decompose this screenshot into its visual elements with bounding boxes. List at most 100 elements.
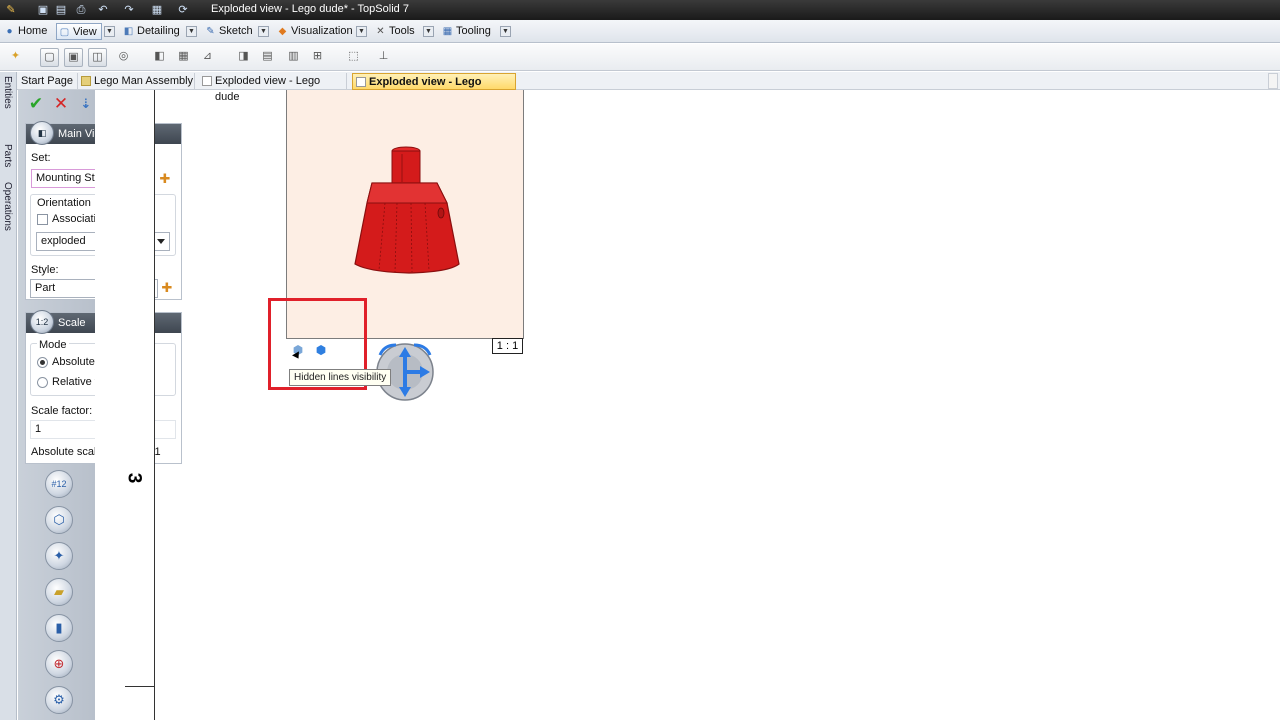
ok-check-icon[interactable]: ✔ bbox=[26, 94, 46, 114]
home-icon: ● bbox=[6, 26, 13, 37]
layer-icon[interactable]: ▰ bbox=[45, 578, 73, 606]
window-title: Exploded view - Lego dude* - TopSolid 7 bbox=[211, 3, 409, 15]
crop-view-icon[interactable]: ⊞ bbox=[308, 48, 327, 67]
save-all-icon[interactable]: ▤ bbox=[54, 3, 68, 17]
menu-view[interactable]: ▢ View bbox=[56, 23, 102, 40]
sketch-icon: ✎ bbox=[206, 26, 215, 37]
style-label: Style: bbox=[31, 264, 59, 276]
tab-start-page-label: Start Page bbox=[21, 75, 73, 87]
sidebar-entities[interactable]: Entities bbox=[2, 76, 13, 109]
ribbon-menu-bar: ● Home ▢ View ▼ ◧ Detailing ▼ ✎ Sketch ▼… bbox=[0, 20, 1280, 43]
drawing-sheet-border bbox=[95, 90, 155, 720]
side-tool-strip: Entities Parts Operations bbox=[0, 72, 17, 720]
target-icon[interactable]: ⊕ bbox=[45, 650, 73, 678]
tooling-icon: ▦ bbox=[442, 26, 453, 37]
refresh-icon[interactable]: ⟳ bbox=[176, 3, 190, 17]
menu-visualization-label: Visualization bbox=[291, 25, 353, 37]
view-icon: ▢ bbox=[59, 27, 70, 38]
title-bar: ✎ ▣ ▤ ⎙ ↶ ↷ ▦ ⟳ Exploded view - Lego dud… bbox=[0, 0, 1280, 20]
frame-select-icon[interactable]: ⬚ bbox=[344, 48, 363, 67]
menu-detailing[interactable]: ◧ Detailing bbox=[121, 23, 180, 40]
section-view-icon[interactable]: ◧ bbox=[150, 48, 169, 67]
associative-checkbox[interactable] bbox=[37, 214, 48, 225]
point-icon[interactable]: ✦ bbox=[45, 542, 73, 570]
shaded-cube-icon[interactable]: ⬢ bbox=[314, 343, 328, 357]
mirror-view-icon[interactable]: ◨ bbox=[234, 48, 253, 67]
menu-sketch-label: Sketch bbox=[219, 25, 253, 37]
menu-home[interactable]: ● Home bbox=[2, 23, 47, 40]
auxiliary-view-icon[interactable]: ⊿ bbox=[198, 48, 217, 67]
sidebar-parts[interactable]: Parts bbox=[2, 144, 13, 167]
tab-start-page[interactable]: Start Page bbox=[18, 73, 78, 90]
menu-view-label: View bbox=[73, 26, 97, 38]
sidebar-operations[interactable]: Operations bbox=[2, 182, 13, 231]
new-view-icon[interactable]: ▢ bbox=[40, 48, 59, 67]
orientation-label: Orientation bbox=[37, 197, 91, 209]
menu-detailing-label: Detailing bbox=[137, 25, 180, 37]
torso-shape bbox=[354, 146, 460, 274]
menu-tooling-label: Tooling bbox=[456, 25, 491, 37]
set-label: Set: bbox=[31, 152, 51, 164]
scale-title: Scale bbox=[58, 317, 86, 329]
numbering-icon[interactable]: #12 bbox=[45, 470, 73, 498]
menu-tooling-dropdown[interactable]: ▼ bbox=[500, 26, 511, 37]
detailing-icon: ◧ bbox=[123, 26, 134, 37]
tab-lego-man-assembly[interactable]: Lego Man Assembly bbox=[78, 73, 195, 90]
ribbon-toolbar: ✦ ▢ ▣ ◫ ◎ ◧ ▦ ⊿ ◨ ▤ ▥ ⊞ ⬚ ⊥ bbox=[0, 44, 1280, 71]
chevron-down-icon bbox=[157, 239, 165, 244]
menu-visualization-dropdown[interactable]: ▼ bbox=[356, 26, 367, 37]
detail-view-icon[interactable]: ▦ bbox=[174, 48, 193, 67]
menu-visualization[interactable]: ◆ Visualization bbox=[275, 23, 353, 40]
sheet-number: 3 bbox=[123, 472, 145, 484]
shaded-view-icon[interactable]: ◎ bbox=[114, 48, 133, 67]
wireframe-view-icon[interactable]: ▣ bbox=[64, 48, 83, 67]
sheet-frame-line bbox=[125, 686, 155, 687]
tab-exploded-view-modified[interactable]: Exploded view - Lego dude* bbox=[352, 73, 516, 104]
tools-icon: ✕ bbox=[376, 26, 385, 37]
hidden-lines-tooltip: Hidden lines visibility bbox=[289, 369, 392, 386]
align-view-icon[interactable]: ⊥ bbox=[374, 48, 393, 67]
scale-icon: 1:2 bbox=[30, 310, 54, 334]
save-icon[interactable]: ▣ bbox=[36, 3, 50, 17]
scale-factor-value: 1 bbox=[35, 423, 42, 435]
tab-scroll-button[interactable] bbox=[1268, 73, 1278, 89]
tab-exploded-view[interactable]: Exploded view - Lego dude bbox=[199, 73, 347, 103]
hidden-lines-view-icon[interactable]: ◫ bbox=[88, 48, 107, 67]
menu-sketch[interactable]: ✎ Sketch bbox=[203, 23, 253, 40]
view-scale-tag[interactable]: 1 : 1 bbox=[492, 338, 523, 354]
orientation-select-value: exploded bbox=[41, 235, 86, 247]
menu-sketch-dropdown[interactable]: ▼ bbox=[258, 26, 269, 37]
menu-view-dropdown[interactable]: ▼ bbox=[104, 26, 115, 37]
add-style-icon[interactable]: ✚ bbox=[161, 281, 173, 294]
settings-gear-icon[interactable]: ⚙ bbox=[45, 686, 73, 714]
absolute-radio[interactable] bbox=[37, 357, 48, 368]
absolute-label: Absolute bbox=[52, 356, 95, 368]
menu-tools-dropdown[interactable]: ▼ bbox=[423, 26, 434, 37]
broken-view-icon[interactable]: ▥ bbox=[284, 48, 303, 67]
document-tabs: Start Page Lego Man Assembly Exploded vi… bbox=[0, 72, 1280, 104]
app-logo-icon[interactable]: ✎ bbox=[4, 3, 18, 17]
view-cube-icon[interactable]: ⬡ bbox=[45, 506, 73, 534]
menu-detailing-dropdown[interactable]: ▼ bbox=[186, 26, 197, 37]
assembly-icon bbox=[81, 76, 91, 86]
menu-tools-label: Tools bbox=[389, 25, 415, 37]
drawing-icon bbox=[356, 77, 366, 87]
undo-icon[interactable]: ↶ bbox=[96, 3, 110, 17]
cancel-x-icon[interactable]: ✕ bbox=[51, 94, 71, 114]
style-select-value: Part bbox=[35, 282, 56, 294]
menu-tooling[interactable]: ▦ Tooling bbox=[440, 23, 491, 40]
layout-icon[interactable]: ▦ bbox=[150, 3, 164, 17]
drawing-icon bbox=[202, 76, 212, 86]
pin-icon[interactable]: ⇣ bbox=[76, 94, 96, 114]
relative-radio[interactable] bbox=[37, 377, 48, 388]
tooltip-icon[interactable]: ✦ bbox=[6, 48, 25, 67]
main-view-icon: ◧ bbox=[30, 121, 54, 145]
tab-lego-man-assembly-label: Lego Man Assembly bbox=[94, 75, 194, 87]
print-icon[interactable]: ⎙ bbox=[74, 3, 88, 17]
add-set-icon[interactable]: ✚ bbox=[159, 172, 171, 185]
menu-tools[interactable]: ✕ Tools bbox=[373, 23, 415, 40]
redo-icon[interactable]: ↷ bbox=[122, 3, 136, 17]
visualization-icon: ◆ bbox=[278, 26, 287, 37]
projection-view-icon[interactable]: ▤ bbox=[258, 48, 277, 67]
tool-icon[interactable]: ▮ bbox=[45, 614, 73, 642]
